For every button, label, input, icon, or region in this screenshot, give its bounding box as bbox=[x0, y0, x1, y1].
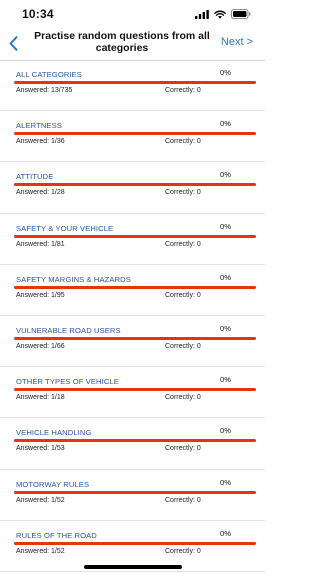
category-row[interactable]: ALERTNESS 0% Answered: 1/36 Correctly: 0 bbox=[0, 111, 265, 163]
category-label: SAFETY MARGINS & HAZARDS bbox=[16, 274, 131, 284]
category-label: VULNERABLE ROAD USERS bbox=[16, 325, 121, 335]
nav-bar: Practise random questions from all categ… bbox=[0, 26, 265, 61]
correct-count: Correctly: 0 bbox=[165, 547, 201, 555]
back-button[interactable] bbox=[4, 32, 22, 54]
answered-count: Answered: 1/66 bbox=[16, 342, 65, 350]
category-label: SAFETY & YOUR VEHICLE bbox=[16, 223, 114, 233]
category-percent: 0% bbox=[220, 323, 231, 333]
category-label: OTHER TYPES OF VEHICLE bbox=[16, 377, 119, 387]
category-label: ALERTNESS bbox=[16, 121, 62, 131]
category-row[interactable]: SAFETY MARGINS & HAZARDS 0% Answered: 1/95… bbox=[0, 265, 265, 316]
next-button[interactable]: Next > bbox=[221, 36, 253, 48]
answered-count: Answered: 1/53 bbox=[16, 445, 65, 453]
answered-count: Answered: 1/52 bbox=[16, 496, 65, 504]
chevron-left-icon bbox=[9, 35, 17, 51]
correct-count: Correctly: 0 bbox=[165, 291, 201, 299]
category-label: MOTORWAY RULES bbox=[16, 479, 90, 489]
wifi-icon bbox=[214, 10, 226, 19]
category-row[interactable]: OTHER TYPES OF VEHICLE 0% Answered: 1/18 Co… bbox=[0, 367, 265, 419]
status-time: 10:34 bbox=[22, 7, 54, 21]
answered-count: Answered: 13/735 bbox=[16, 87, 73, 94]
progress-bar bbox=[14, 234, 256, 238]
progress-bar bbox=[14, 81, 256, 84]
category-percent: 0% bbox=[220, 272, 231, 282]
signal-icon bbox=[195, 9, 209, 19]
status-icons bbox=[195, 9, 251, 19]
answered-count: Answered: 1/52 bbox=[16, 547, 65, 555]
category-percent: 0% bbox=[220, 221, 231, 231]
home-indicator bbox=[84, 565, 182, 569]
correct-count: Correctly: 0 bbox=[165, 342, 201, 350]
category-percent: 0% bbox=[220, 170, 231, 180]
correct-count: Correctly: 0 bbox=[165, 138, 201, 146]
answered-count: Answered: 1/95 bbox=[16, 291, 65, 299]
category-list: ALL CATEGORIES 0% Answered: 13/735 Correctl… bbox=[0, 60, 265, 572]
category-row[interactable]: MOTORWAY RULES 0% Answered: 1/52 Correctly:… bbox=[0, 470, 265, 521]
category-label: ATTITUDE bbox=[16, 172, 54, 182]
correct-count: Correctly: 0 bbox=[165, 445, 201, 453]
category-row[interactable]: VULNERABLE ROAD USERS 0% Answered: 1/66 Cor… bbox=[0, 316, 265, 368]
progress-bar bbox=[14, 541, 256, 545]
progress-bar bbox=[14, 132, 256, 136]
category-percent: 0% bbox=[220, 119, 231, 129]
category-label: VEHICLE HANDLING bbox=[16, 428, 92, 438]
category-percent: 0% bbox=[220, 426, 231, 436]
category-percent: 0% bbox=[220, 375, 231, 385]
correct-count: Correctly: 0 bbox=[165, 189, 201, 197]
battery-icon bbox=[231, 9, 251, 19]
category-row[interactable]: ATTITUDE 0% Answered: 1/28 Correctly: 0 bbox=[0, 162, 265, 214]
category-row[interactable]: ALL CATEGORIES 0% Answered: 13/735 Correctl… bbox=[0, 60, 265, 112]
correct-count: Correctly: 0 bbox=[165, 87, 201, 94]
category-row[interactable]: VEHICLE HANDLING 0% Answered: 1/53 Correctl… bbox=[0, 418, 265, 470]
correct-count: Correctly: 0 bbox=[165, 496, 201, 504]
progress-bar bbox=[14, 388, 256, 392]
progress-bar bbox=[14, 490, 256, 494]
category-percent: 0% bbox=[220, 477, 231, 487]
correct-count: Correctly: 0 bbox=[165, 240, 201, 248]
page-title: Practise random questions from all categ… bbox=[34, 30, 210, 54]
correct-count: Correctly: 0 bbox=[165, 394, 201, 402]
answered-count: Answered: 1/81 bbox=[16, 240, 65, 248]
progress-bar bbox=[14, 336, 256, 340]
answered-count: Answered: 1/36 bbox=[16, 138, 65, 146]
category-label: RULES OF THE ROAD bbox=[16, 530, 97, 540]
progress-bar bbox=[14, 285, 256, 289]
category-label: ALL CATEGORIES bbox=[16, 70, 82, 79]
category-percent: 0% bbox=[220, 528, 231, 538]
category-row[interactable]: SAFETY & YOUR VEHICLE 0% Answered: 1/81 Cor… bbox=[0, 214, 265, 265]
progress-bar bbox=[14, 439, 256, 443]
status-bar: 10:34 bbox=[0, 0, 265, 26]
answered-count: Answered: 1/18 bbox=[16, 394, 65, 402]
category-percent: 0% bbox=[220, 68, 231, 77]
answered-count: Answered: 1/28 bbox=[16, 189, 65, 197]
progress-bar bbox=[14, 183, 256, 187]
